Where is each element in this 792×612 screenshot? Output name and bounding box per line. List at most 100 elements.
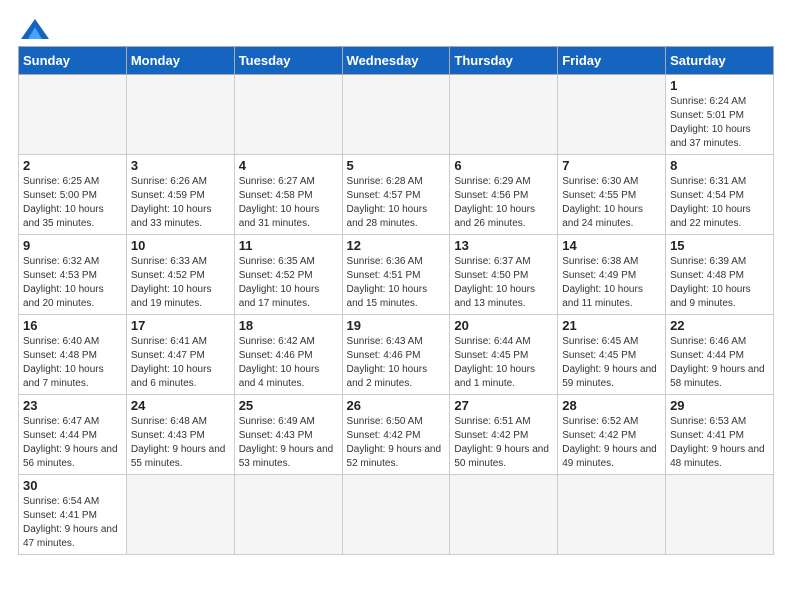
calendar-cell: 11 Sunrise: 6:35 AM Sunset: 4:52 PM Dayli… (234, 235, 342, 315)
day-info: Sunrise: 6:32 AM Sunset: 4:53 PM Dayligh… (23, 255, 122, 311)
day-number: 8 (670, 158, 769, 173)
calendar-cell: 8Sunrise: 6:31 AM Sunset: 4:54 PM Daylig… (666, 155, 774, 235)
day-number: 17 (131, 318, 230, 333)
calendar-cell: 23 Sunrise: 6:47 AM Sunset: 4:44 PM Dayli… (19, 395, 127, 475)
day-number: 3 (131, 158, 230, 173)
calendar-cell: 25 Sunrise: 6:49 AM Sunset: 4:43 PM Dayli… (234, 395, 342, 475)
calendar-cell: 21 Sunrise: 6:45 AM Sunset: 4:45 PM Dayli… (558, 315, 666, 395)
day-info: Sunrise: 6:26 AM Sunset: 4:59 PM Dayligh… (131, 175, 230, 231)
calendar-cell: 28Sunrise: 6:52 AM Sunset: 4:42 PM Dayli… (558, 395, 666, 475)
calendar-cell: 16 Sunrise: 6:40 AM Sunset: 4:48 PM Dayli… (19, 315, 127, 395)
weekday-header-wednesday: Wednesday (342, 47, 450, 75)
day-number: 12 (347, 238, 446, 253)
calendar-week-row: 1Sunrise: 6:24 AM Sunset: 5:01 PM Daylig… (19, 75, 774, 155)
calendar-cell: 10 Sunrise: 6:33 AM Sunset: 4:52 PM Dayli… (126, 235, 234, 315)
logo (18, 18, 49, 38)
calendar-cell (234, 475, 342, 555)
day-info: Sunrise: 6:42 AM Sunset: 4:46 PM Dayligh… (239, 335, 338, 391)
day-info: Sunrise: 6:36 AM Sunset: 4:51 PM Dayligh… (347, 255, 446, 311)
day-info: Sunrise: 6:38 AM Sunset: 4:49 PM Dayligh… (562, 255, 661, 311)
day-number: 26 (347, 398, 446, 413)
calendar-cell: 3 Sunrise: 6:26 AM Sunset: 4:59 PM Daylig… (126, 155, 234, 235)
weekday-header-saturday: Saturday (666, 47, 774, 75)
day-number: 21 (562, 318, 661, 333)
calendar-cell: 1Sunrise: 6:24 AM Sunset: 5:01 PM Daylig… (666, 75, 774, 155)
weekday-header-sunday: Sunday (19, 47, 127, 75)
day-number: 15 (670, 238, 769, 253)
day-info: Sunrise: 6:41 AM Sunset: 4:47 PM Dayligh… (131, 335, 230, 391)
calendar-cell: 19 Sunrise: 6:43 AM Sunset: 4:46 PM Dayli… (342, 315, 450, 395)
day-info: Sunrise: 6:27 AM Sunset: 4:58 PM Dayligh… (239, 175, 338, 231)
day-number: 10 (131, 238, 230, 253)
day-number: 23 (23, 398, 122, 413)
day-number: 29 (670, 398, 769, 413)
calendar-cell: 20Sunrise: 6:44 AM Sunset: 4:45 PM Dayli… (450, 315, 558, 395)
day-info: Sunrise: 6:40 AM Sunset: 4:48 PM Dayligh… (23, 335, 122, 391)
day-number: 13 (454, 238, 553, 253)
day-info: Sunrise: 6:35 AM Sunset: 4:52 PM Dayligh… (239, 255, 338, 311)
weekday-header-thursday: Thursday (450, 47, 558, 75)
day-info: Sunrise: 6:29 AM Sunset: 4:56 PM Dayligh… (454, 175, 553, 231)
calendar-cell: 27 Sunrise: 6:51 AM Sunset: 4:42 PM Dayli… (450, 395, 558, 475)
day-info: Sunrise: 6:51 AM Sunset: 4:42 PM Dayligh… (454, 415, 553, 471)
calendar-table: SundayMondayTuesdayWednesdayThursdayFrid… (18, 46, 774, 555)
day-info: Sunrise: 6:39 AM Sunset: 4:48 PM Dayligh… (670, 255, 769, 311)
day-info: Sunrise: 6:25 AM Sunset: 5:00 PM Dayligh… (23, 175, 122, 231)
calendar-week-row: 2 Sunrise: 6:25 AM Sunset: 5:00 PM Daylig… (19, 155, 774, 235)
day-number: 25 (239, 398, 338, 413)
calendar-cell: 5 Sunrise: 6:28 AM Sunset: 4:57 PM Daylig… (342, 155, 450, 235)
calendar-cell (450, 475, 558, 555)
day-number: 18 (239, 318, 338, 333)
day-info: Sunrise: 6:47 AM Sunset: 4:44 PM Dayligh… (23, 415, 122, 471)
calendar-cell: 17 Sunrise: 6:41 AM Sunset: 4:47 PM Dayli… (126, 315, 234, 395)
header (18, 18, 774, 38)
calendar-cell: 13Sunrise: 6:37 AM Sunset: 4:50 PM Dayli… (450, 235, 558, 315)
day-number: 30 (23, 478, 122, 493)
logo-text (18, 18, 49, 38)
day-number: 6 (454, 158, 553, 173)
calendar-cell (126, 75, 234, 155)
calendar-cell: 24Sunrise: 6:48 AM Sunset: 4:43 PM Dayli… (126, 395, 234, 475)
day-info: Sunrise: 6:45 AM Sunset: 4:45 PM Dayligh… (562, 335, 661, 391)
calendar-cell (19, 75, 127, 155)
day-info: Sunrise: 6:52 AM Sunset: 4:42 PM Dayligh… (562, 415, 661, 471)
calendar-cell (558, 475, 666, 555)
day-info: Sunrise: 6:54 AM Sunset: 4:41 PM Dayligh… (23, 495, 122, 551)
day-number: 2 (23, 158, 122, 173)
day-number: 19 (347, 318, 446, 333)
calendar-week-row: 16 Sunrise: 6:40 AM Sunset: 4:48 PM Dayli… (19, 315, 774, 395)
day-info: Sunrise: 6:48 AM Sunset: 4:43 PM Dayligh… (131, 415, 230, 471)
day-info: Sunrise: 6:33 AM Sunset: 4:52 PM Dayligh… (131, 255, 230, 311)
calendar-cell: 7Sunrise: 6:30 AM Sunset: 4:55 PM Daylig… (558, 155, 666, 235)
calendar-cell: 26 Sunrise: 6:50 AM Sunset: 4:42 PM Dayli… (342, 395, 450, 475)
calendar-cell (126, 475, 234, 555)
weekday-header-monday: Monday (126, 47, 234, 75)
calendar-cell (342, 75, 450, 155)
calendar-cell (558, 75, 666, 155)
calendar-cell: 29Sunrise: 6:53 AM Sunset: 4:41 PM Dayli… (666, 395, 774, 475)
day-info: Sunrise: 6:30 AM Sunset: 4:55 PM Dayligh… (562, 175, 661, 231)
calendar-cell: 2 Sunrise: 6:25 AM Sunset: 5:00 PM Daylig… (19, 155, 127, 235)
calendar-cell: 4Sunrise: 6:27 AM Sunset: 4:58 PM Daylig… (234, 155, 342, 235)
calendar-cell: 22Sunrise: 6:46 AM Sunset: 4:44 PM Dayli… (666, 315, 774, 395)
page: SundayMondayTuesdayWednesdayThursdayFrid… (0, 0, 792, 612)
calendar-cell: 14 Sunrise: 6:38 AM Sunset: 4:49 PM Dayli… (558, 235, 666, 315)
day-number: 20 (454, 318, 553, 333)
day-number: 27 (454, 398, 553, 413)
day-info: Sunrise: 6:49 AM Sunset: 4:43 PM Dayligh… (239, 415, 338, 471)
day-number: 14 (562, 238, 661, 253)
calendar-cell: 15 Sunrise: 6:39 AM Sunset: 4:48 PM Dayli… (666, 235, 774, 315)
day-info: Sunrise: 6:28 AM Sunset: 4:57 PM Dayligh… (347, 175, 446, 231)
calendar-cell (450, 75, 558, 155)
calendar-cell: 18 Sunrise: 6:42 AM Sunset: 4:46 PM Dayli… (234, 315, 342, 395)
calendar-week-row: 23 Sunrise: 6:47 AM Sunset: 4:44 PM Dayli… (19, 395, 774, 475)
day-number: 11 (239, 238, 338, 253)
calendar-cell: 9 Sunrise: 6:32 AM Sunset: 4:53 PM Daylig… (19, 235, 127, 315)
day-number: 9 (23, 238, 122, 253)
day-info: Sunrise: 6:50 AM Sunset: 4:42 PM Dayligh… (347, 415, 446, 471)
day-number: 5 (347, 158, 446, 173)
calendar-cell (666, 475, 774, 555)
weekday-header-tuesday: Tuesday (234, 47, 342, 75)
day-number: 16 (23, 318, 122, 333)
day-info: Sunrise: 6:43 AM Sunset: 4:46 PM Dayligh… (347, 335, 446, 391)
